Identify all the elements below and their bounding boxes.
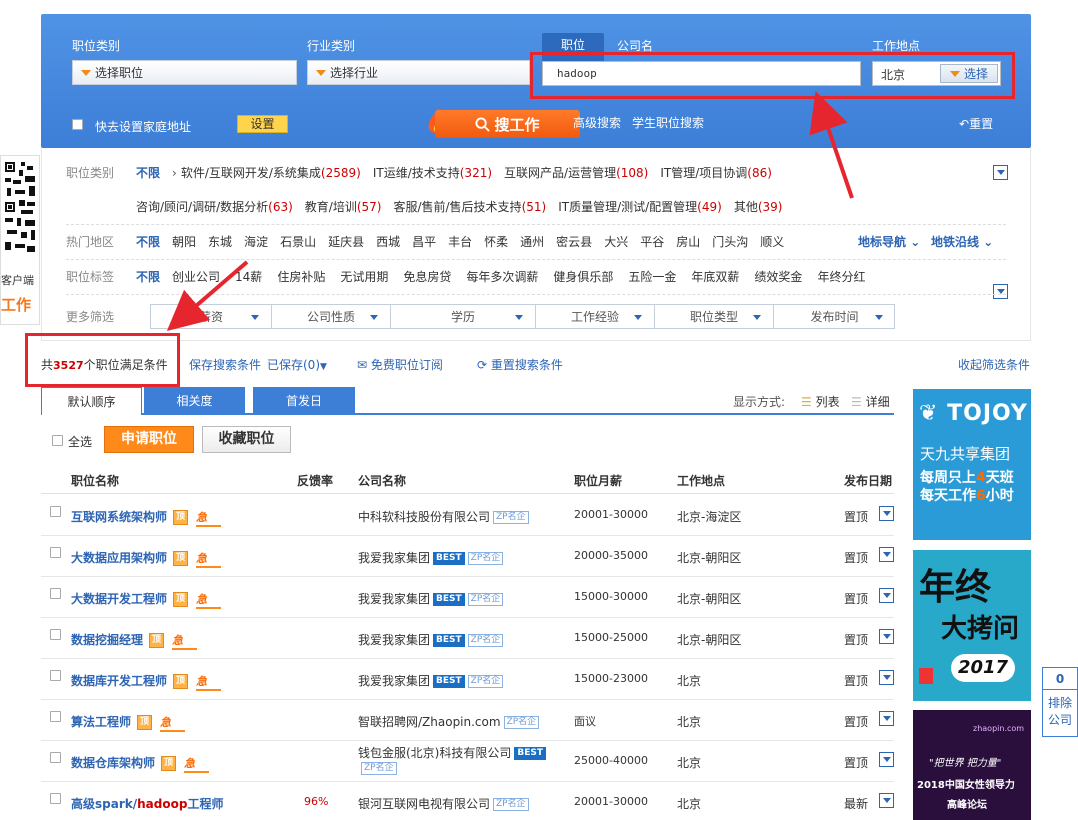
arrow-to-count (166, 260, 249, 332)
arrow-to-search (809, 91, 854, 199)
annotation-arrows (166, 91, 854, 332)
